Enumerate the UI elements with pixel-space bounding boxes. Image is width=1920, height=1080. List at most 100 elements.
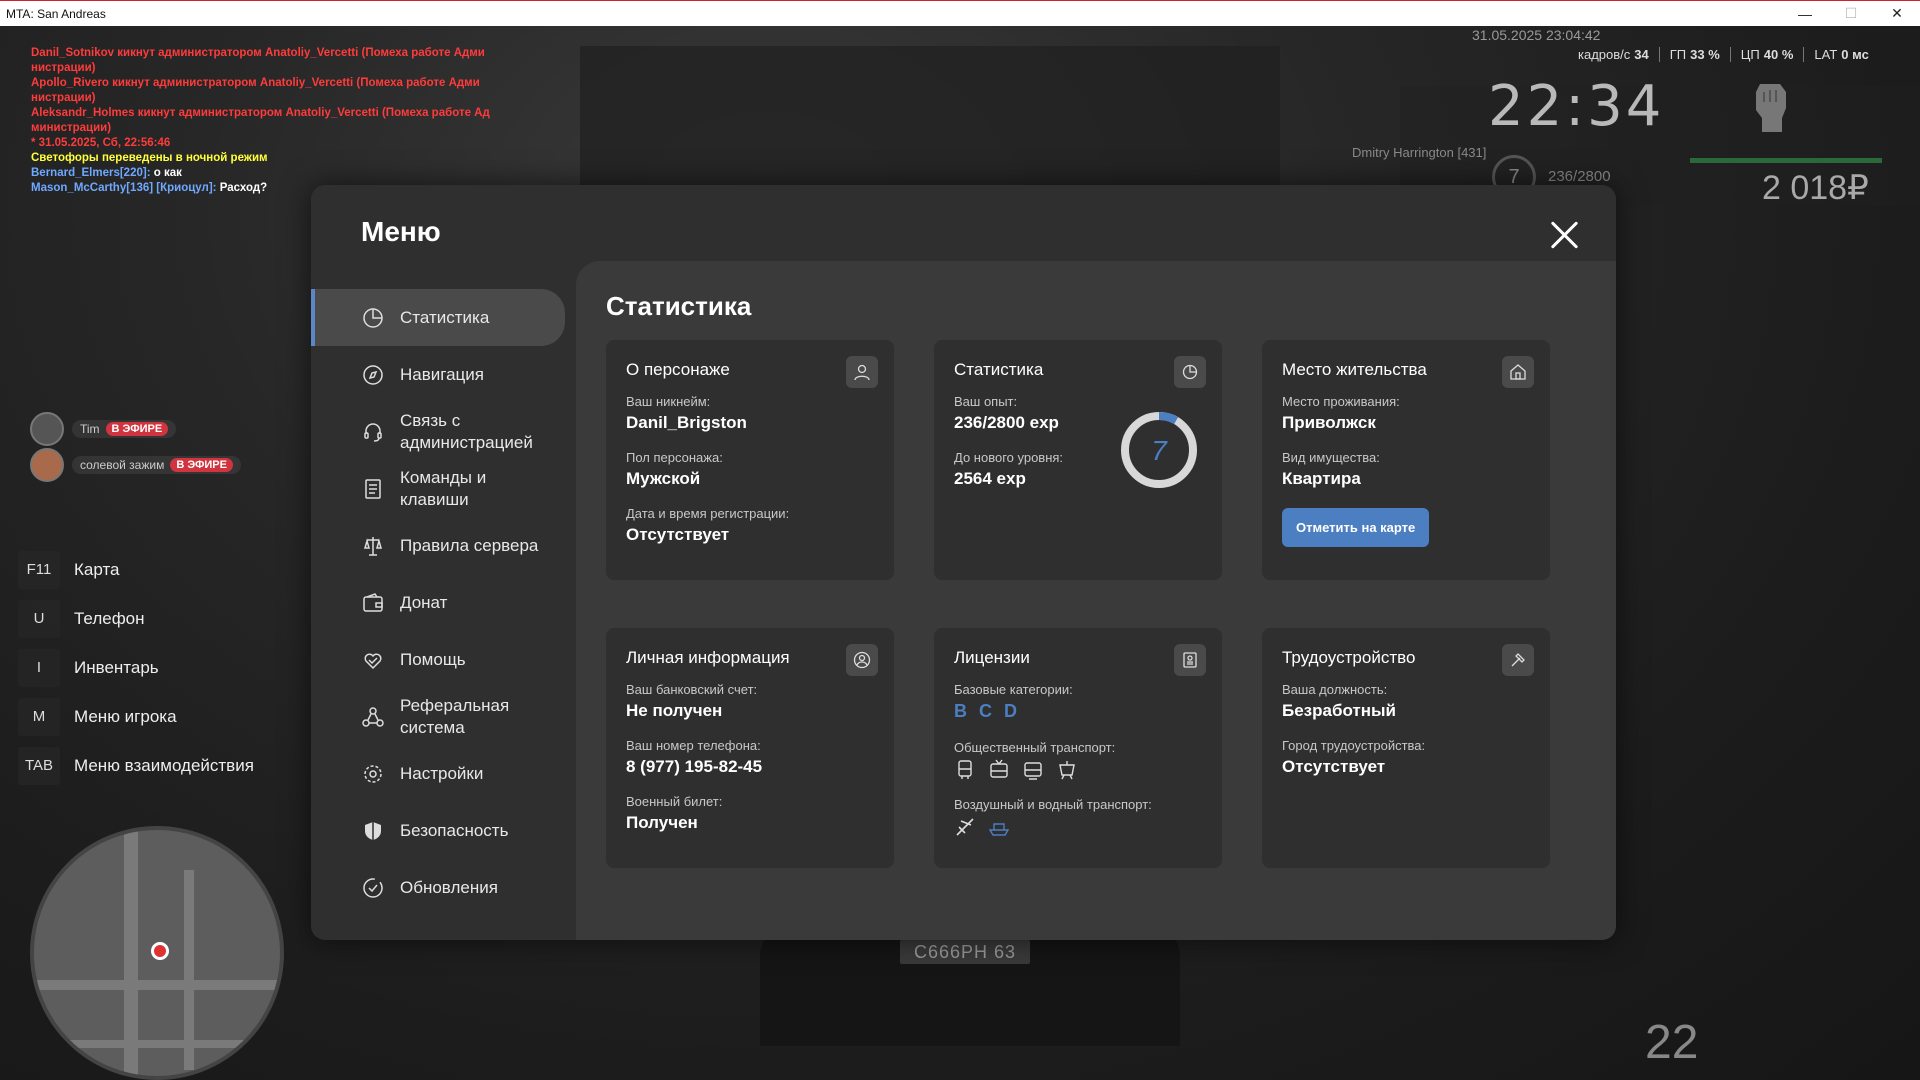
- heart-hand-icon: [364, 653, 382, 669]
- level-exp: 236/2800: [1548, 168, 1611, 185]
- on-air-badge: В ЭФИРЕ: [170, 458, 233, 472]
- sidebar-item-label: Обновления: [400, 877, 498, 897]
- hud-datetime: 31.05.2025 23:04:42: [1472, 27, 1601, 43]
- pie-chart-icon: [363, 307, 383, 328]
- window-titlebar: MTA: San Andreas — ☐ ✕: [0, 0, 1920, 26]
- close-menu-button[interactable]: [1549, 219, 1581, 251]
- key-m: M: [18, 697, 60, 736]
- sidebar-item-label: Настройки: [400, 763, 484, 783]
- minimize-button[interactable]: —: [1782, 1, 1828, 26]
- keybind-hints: F11 Карта U Телефон I Инвентарь M Меню игрок…: [18, 545, 254, 790]
- plane-icon: [956, 818, 974, 836]
- sidebar-item-label: Донат: [400, 592, 448, 612]
- window-title: MTA: San Andreas: [6, 6, 106, 21]
- license-card-icon: [1174, 644, 1206, 676]
- sidebar-item-label: Статистика: [400, 307, 490, 327]
- document-icon: [365, 478, 381, 499]
- field-label: Город трудоустройства:: [1282, 738, 1426, 753]
- chat-line: Aleksandr_Holmes кикнут администратором …: [31, 107, 490, 119]
- gear-icon: [364, 764, 382, 783]
- sidebar-item-admin-contact[interactable]: Связь с администрацией: [311, 403, 576, 460]
- sidebar-item-referral[interactable]: Реферальная система: [311, 688, 576, 745]
- bus-icon: [958, 760, 972, 779]
- residence-place-value: Приволжск: [1282, 413, 1376, 432]
- card-title: Лицензии: [954, 648, 1030, 667]
- license-category-b: B: [954, 701, 967, 721]
- player-menu-modal: Меню Статистика Навигация Связь с админи…: [311, 185, 1616, 940]
- registration-value: Отсутствует: [626, 525, 730, 544]
- avatar: [30, 448, 64, 482]
- sidebar-item-label: Реферальная система: [400, 695, 510, 737]
- sidebar-item-donate[interactable]: Донат: [311, 574, 576, 631]
- chat-line: Светофоры переведены в ночной режим: [31, 152, 268, 164]
- personal-info-card: Личная информация Ваш банковский счет: Н…: [606, 628, 894, 868]
- avatar: [30, 412, 64, 446]
- boat-icon: [988, 823, 1010, 836]
- compass-icon: [363, 364, 383, 385]
- close-window-button[interactable]: ✕: [1874, 1, 1920, 26]
- fist-weapon-icon: [1756, 84, 1786, 132]
- health-bar: [1690, 158, 1882, 163]
- field-label: Ваш опыт:: [954, 394, 1018, 409]
- sidebar-item-label: Правила сервера: [400, 535, 539, 555]
- headset-icon: [364, 422, 382, 442]
- phone-number-value: 8 (977) 195-82-45: [626, 757, 763, 776]
- field-label: Вид имущества:: [1282, 450, 1380, 465]
- field-label: Ваш никнейм:: [626, 394, 711, 409]
- field-label: Ваш банковский счет:: [626, 682, 758, 697]
- license-categories: B C D: [954, 701, 1202, 722]
- key-i: I: [18, 648, 60, 687]
- sidebar-item-updates[interactable]: Обновления: [311, 859, 576, 916]
- sidebar-item-label: Безопасность: [400, 820, 509, 840]
- field-label: Место проживания:: [1282, 394, 1400, 409]
- employment-card: Трудоустройство Ваша должность: Безработ…: [1262, 628, 1550, 868]
- hud-clock: 22:34: [1488, 74, 1665, 139]
- speedometer: 22: [1645, 1016, 1699, 1069]
- experience-card: Статистика Ваш опыт: 236/2800 exp До нов…: [934, 340, 1222, 580]
- player-marker-icon: [151, 942, 169, 960]
- sidebar-item-settings[interactable]: Настройки: [311, 745, 576, 802]
- chat-line: Apollo_Rivero кикнут администратором Ana…: [31, 77, 480, 89]
- on-air-badge: В ЭФИРЕ: [105, 422, 169, 436]
- keybind-label: Инвентарь: [74, 657, 159, 677]
- train-icon: [1059, 761, 1075, 780]
- chat-line: нистрации): [31, 62, 96, 74]
- trolleybus-icon: [990, 759, 1008, 778]
- keybind-label: Карта: [74, 559, 120, 579]
- menu-sidebar: Статистика Навигация Связь с администрац…: [311, 289, 576, 916]
- voice-speaker: солевой зажим В ЭФИРЕ: [30, 448, 241, 482]
- card-title: Трудоустройство: [1282, 648, 1416, 667]
- public-transport-licenses: [954, 759, 1202, 781]
- chat-line: Bernard_Elmers[220]: о как: [31, 167, 182, 179]
- sidebar-item-rules[interactable]: Правила сервера: [311, 517, 576, 574]
- military-id-value: Получен: [626, 813, 698, 832]
- wallet-icon: [363, 592, 383, 612]
- money-display: 2 018₽: [1762, 169, 1869, 207]
- hammer-icon: [1502, 644, 1534, 676]
- card-title: Личная информация: [626, 648, 790, 667]
- voice-speaker: Tim В ЭФИРЕ: [30, 412, 177, 446]
- chat-line: министрации): [31, 122, 112, 134]
- mark-on-map-button[interactable]: Отметить на карте: [1282, 508, 1430, 547]
- card-title: Статистика: [954, 360, 1044, 379]
- gender-value: Мужской: [626, 469, 701, 488]
- sidebar-item-statistics[interactable]: Статистика: [311, 289, 565, 346]
- sidebar-item-commands[interactable]: Команды и клавиши: [311, 460, 576, 517]
- minimap: [30, 826, 284, 1080]
- air-water-licenses: [954, 816, 1202, 838]
- character-card: О персонаже Ваш никнейм: Danil_Brigston …: [606, 340, 894, 580]
- sidebar-item-label: Команды и клавиши: [400, 467, 487, 509]
- keybind-label: Телефон: [74, 608, 145, 628]
- key-u: U: [18, 599, 60, 638]
- sidebar-item-help[interactable]: Помощь: [311, 631, 576, 688]
- sidebar-item-security[interactable]: Безопасность: [311, 802, 576, 859]
- perf-overlay: кадров/с 34 ГП 33 % ЦП 40 % LAT 0 мс: [1568, 47, 1879, 62]
- nickname-value: Danil_Brigston: [626, 413, 747, 432]
- sidebar-item-label: Помощь: [400, 649, 466, 669]
- maximize-button[interactable]: ☐: [1828, 1, 1874, 26]
- sidebar-item-navigation[interactable]: Навигация: [311, 346, 576, 403]
- house-icon: [1502, 356, 1534, 388]
- job-position-value: Безработный: [1282, 701, 1396, 720]
- tram-icon: [1024, 762, 1042, 780]
- property-type-value: Квартира: [1282, 469, 1361, 488]
